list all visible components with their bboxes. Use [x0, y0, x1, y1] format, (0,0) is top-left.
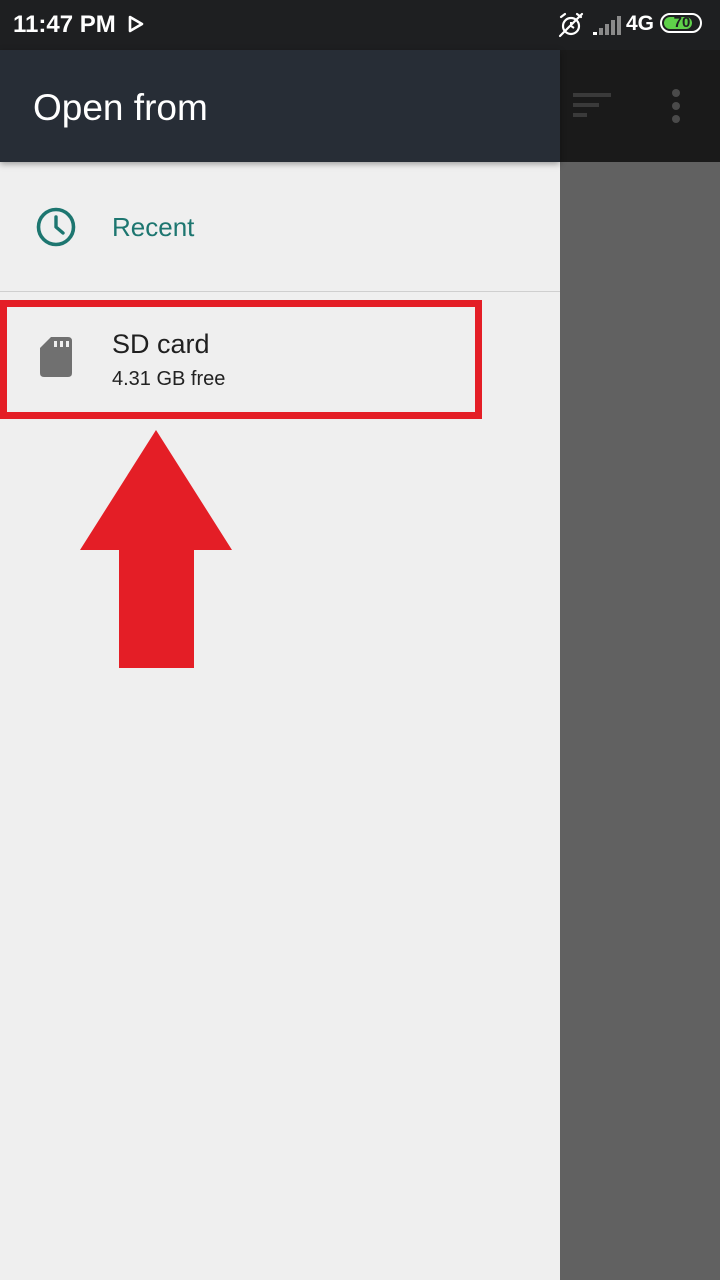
- annotation-highlight-box: [0, 300, 482, 419]
- drawer-item-recent[interactable]: Recent: [0, 162, 560, 290]
- play-icon: [128, 14, 144, 39]
- status-time: 11:47 PM: [13, 11, 116, 38]
- alarm-off-icon: [557, 11, 585, 44]
- sort-icon: [573, 93, 613, 124]
- battery-icon: 70: [660, 13, 706, 35]
- battery-level: 70: [673, 14, 691, 31]
- divider: [0, 291, 560, 292]
- network-type: 4G: [626, 12, 655, 35]
- annotation-arrow-icon: [80, 430, 232, 673]
- clock-icon: [35, 206, 77, 253]
- signal-icon: [592, 14, 622, 41]
- drawer-header: Open from: [0, 50, 560, 162]
- drawer-item-label: Recent: [112, 212, 195, 242]
- overflow-menu-icon: [670, 88, 682, 129]
- status-bar: 11:47 PM 4G 70: [0, 0, 720, 50]
- drawer-title: Open from: [33, 87, 208, 128]
